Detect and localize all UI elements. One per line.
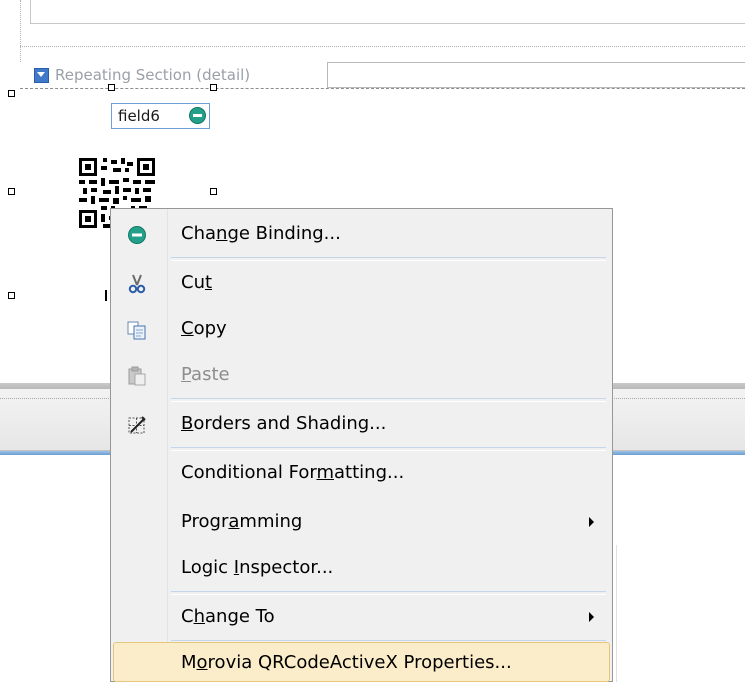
scissors-icon (128, 274, 146, 294)
menu-item-label: Change To (181, 606, 275, 627)
menu-item-change-to[interactable]: Change To (113, 594, 610, 640)
section-bottom-rule (20, 46, 745, 47)
copy-icon (127, 321, 146, 340)
menu-item-label: Change Binding... (181, 223, 341, 244)
menu-item-label: Borders and Shading... (181, 413, 387, 434)
menu-item-label: Programming (181, 511, 303, 532)
menu-item-label: Conditional Formatting... (181, 462, 405, 483)
menu-item-copy[interactable]: Copy (113, 306, 610, 352)
menu-item-borders-and-shading[interactable]: Borders and Shading... (113, 401, 610, 447)
resize-handle[interactable] (108, 84, 115, 91)
paste-icon (128, 366, 146, 386)
submenu-arrow-icon (589, 612, 594, 622)
repeating-section-dashed-border (20, 88, 745, 89)
resize-handle[interactable] (8, 90, 15, 97)
menu-item-logic-inspector[interactable]: Logic Inspector... (113, 545, 610, 591)
field6-control[interactable]: field6 (111, 103, 210, 129)
menu-item-paste: Paste (113, 352, 610, 398)
resize-handle[interactable] (210, 188, 217, 195)
repeating-section-text: Repeating Section (detail) (55, 66, 251, 84)
borders-icon (128, 416, 146, 434)
menu-item-label: Cut (181, 272, 213, 293)
repeating-section-label[interactable]: Repeating Section (detail) (34, 64, 253, 86)
menu-item-change-binding[interactable]: Change Binding... (113, 211, 610, 257)
context-menu[interactable]: Change Binding... Cut Copy Paste Borders… (110, 208, 613, 682)
repeating-section-tab (327, 62, 745, 88)
section-top-border (30, 0, 745, 24)
menu-item-conditional-formatting[interactable]: Conditional Formatting... (113, 450, 610, 496)
binding-icon (128, 226, 146, 244)
binding-icon[interactable] (189, 107, 206, 124)
submenu-arrow-icon (589, 517, 594, 527)
menu-item-label: Paste (181, 364, 230, 385)
menu-item-cut[interactable]: Cut (113, 260, 610, 306)
resize-handle[interactable] (210, 84, 217, 91)
menu-item-label: Logic Inspector... (181, 557, 334, 578)
menu-item-qrcode-properties[interactable]: Morovia QRCodeActiveX Properties... (113, 642, 610, 682)
field6-label: field6 (118, 107, 160, 125)
resize-handle[interactable] (8, 292, 15, 299)
resize-handle[interactable] (8, 188, 15, 195)
menu-item-label: Morovia QRCodeActiveX Properties... (181, 652, 512, 673)
section-menu-icon[interactable] (34, 67, 49, 83)
resize-handle-edge (105, 290, 107, 301)
menu-item-programming[interactable]: Programming (113, 499, 610, 545)
menu-item-label: Copy (181, 318, 227, 339)
right-edge-line (616, 545, 617, 682)
section-outer-dotted-edge (20, 0, 21, 62)
